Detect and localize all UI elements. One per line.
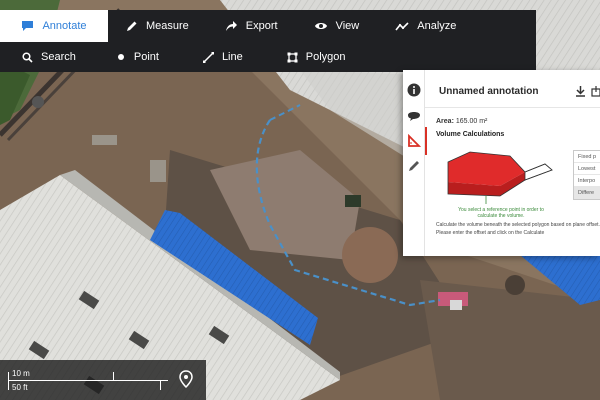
tab-label: Export [245, 20, 278, 32]
location-pin-icon[interactable] [178, 370, 194, 393]
download-icon[interactable] [575, 84, 586, 102]
volume-calculations-heading: Volume Calculations [436, 131, 505, 138]
tool-label: Search [41, 51, 76, 63]
tab-label: Annotate [42, 20, 87, 32]
volume-method-list: Fixed p Lowest Interpo Differe [573, 150, 600, 200]
ruler-triangle-icon[interactable] [406, 127, 427, 155]
share-arrow-icon [225, 21, 237, 31]
method-option-difference[interactable]: Differe [574, 187, 600, 199]
scale-tick [113, 372, 114, 380]
tab-label: Measure [146, 20, 189, 32]
volume-illustration [447, 151, 553, 204]
tab-analyze[interactable]: Analyze [377, 10, 474, 42]
panel-header: Unnamed annotation [425, 70, 600, 108]
tab-export[interactable]: Export [207, 10, 296, 42]
area-label: Area: [436, 118, 454, 125]
scale-tick [160, 381, 161, 390]
point-tool-button[interactable]: Point [94, 42, 177, 72]
eye-icon [314, 23, 327, 29]
search-tool-button[interactable]: Search [0, 42, 94, 72]
pencil-icon [127, 21, 137, 31]
tab-view[interactable]: View [296, 10, 378, 42]
line-chart-icon [395, 21, 409, 30]
scale-line [8, 380, 168, 381]
tool-label: Point [133, 51, 159, 63]
polygon-tool-button[interactable]: Polygon [261, 42, 364, 72]
volume-description: Calculate the volume beneath the selecte… [436, 222, 600, 236]
info-icon[interactable] [406, 82, 422, 98]
comment-icon[interactable] [406, 107, 422, 123]
annotation-panel: Unnamed annotation Area: 165.00 m² Volum… [403, 70, 600, 256]
line-tool-button[interactable]: Line [177, 42, 261, 72]
volume-graphic-caption: You select a reference point in order to… [458, 207, 544, 219]
method-option-lowest[interactable]: Lowest [574, 163, 600, 175]
tab-label: Analyze [417, 20, 457, 32]
tool-label: Polygon [305, 51, 346, 63]
method-option-fixed[interactable]: Fixed p [574, 151, 600, 163]
scale-tick [8, 372, 9, 390]
share-icon[interactable] [591, 84, 600, 102]
line-icon [202, 51, 214, 63]
scale-bar: 10 m 50 ft [0, 360, 206, 400]
tab-label: View [335, 20, 360, 32]
area-row: Area: 165.00 m² [436, 118, 487, 125]
search-icon [22, 51, 33, 63]
scale-imperial-label: 50 ft [12, 383, 28, 392]
method-option-interpolated[interactable]: Interpo [574, 175, 600, 187]
area-value: 165.00 m² [455, 118, 488, 125]
tab-measure[interactable]: Measure [108, 10, 207, 42]
chat-bubble-icon [22, 21, 34, 31]
polygon-icon [287, 52, 298, 62]
tool-label: Line [221, 51, 243, 63]
scale-metric-label: 10 m [12, 369, 30, 378]
dot-icon [117, 54, 124, 60]
main-toolbar: Annotate Measure Export View Analyze [0, 10, 536, 42]
pen-icon[interactable] [406, 158, 422, 174]
panel-side-rail [403, 70, 427, 256]
annotate-tools-toolbar: Search Point Line Polygon [0, 42, 536, 72]
annotation-title[interactable]: Unnamed annotation [439, 86, 538, 97]
tab-annotate[interactable]: Annotate [0, 10, 108, 42]
